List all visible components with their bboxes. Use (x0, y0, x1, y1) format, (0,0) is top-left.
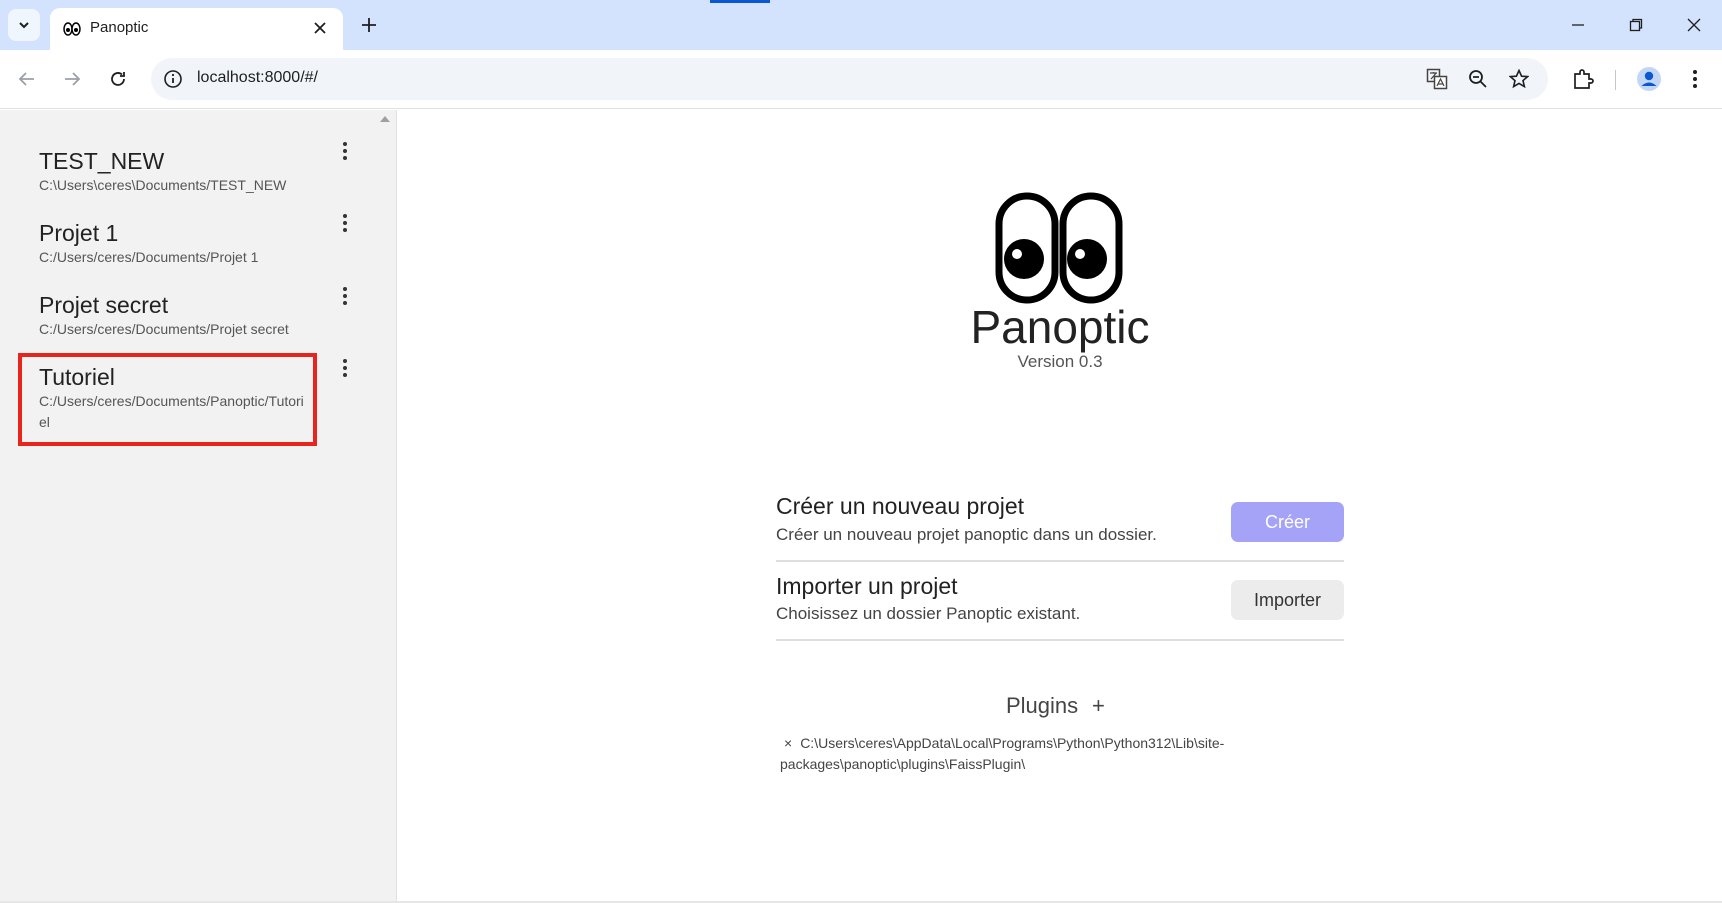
tab-title: Panoptic (90, 19, 149, 36)
browser-menu-button[interactable] (1680, 64, 1710, 94)
create-project-title: Créer un nouveau projet (776, 493, 1025, 519)
highlight-box (18, 353, 317, 446)
new-tab-button[interactable] (356, 12, 382, 38)
app-title: Panoptic (970, 301, 1150, 353)
close-window-button[interactable] (1674, 10, 1714, 40)
profile-button[interactable] (1634, 64, 1664, 94)
restore-button[interactable] (1616, 10, 1656, 40)
panoptic-favicon-icon (63, 22, 81, 36)
reload-icon (111, 72, 125, 86)
extensions-button[interactable] (1568, 64, 1598, 94)
browser-tab-panoptic[interactable]: Panoptic (50, 8, 343, 50)
plugin-item: × C:\Users\ceres\AppData\Local\Programs\P… (780, 733, 1260, 775)
import-project-row: Importer un projet Choisissez un dossier… (776, 563, 1344, 641)
add-plugin-button[interactable]: + (1092, 693, 1105, 719)
translate-button[interactable] (1425, 67, 1449, 91)
create-project-row: Créer un nouveau projet Créer un nouveau… (776, 484, 1344, 562)
restore-icon (1629, 18, 1643, 32)
import-project-description: Choisissez un dossier Panoptic existant. (776, 604, 1081, 623)
plus-icon (362, 18, 376, 32)
project-path: C:/Users/ceres/Documents/Projet secret (39, 321, 289, 337)
plugin-path: C:\Users\ceres\AppData\Local\Programs\Py… (780, 735, 1225, 772)
project-name: Projet 1 (39, 220, 119, 246)
zoom-out-icon (1469, 70, 1487, 88)
address-bar[interactable]: localhost:8000/#/ (151, 58, 1548, 100)
minimize-icon (1572, 24, 1584, 26)
create-project-description: Créer un nouveau projet panoptic dans un… (776, 525, 1157, 544)
back-button[interactable] (12, 64, 42, 94)
project-name: Projet secret (39, 292, 169, 318)
forward-button[interactable] (57, 64, 87, 94)
project-item-projet-1[interactable]: Projet 1 C:/Users/ceres/Documents/Projet… (20, 219, 316, 268)
reload-button[interactable] (103, 64, 133, 94)
import-project-title: Importer un projet (776, 573, 958, 599)
tab-strip-indicator (710, 0, 770, 3)
minimize-button[interactable] (1558, 10, 1598, 40)
project-menu-button[interactable] (335, 211, 355, 235)
plugins-title: Plugins (1006, 693, 1079, 718)
star-icon (1509, 69, 1529, 89)
tab-close-button[interactable] (309, 17, 331, 39)
browser-tab-bar: Panoptic (0, 0, 1722, 50)
import-button[interactable]: Importer (1231, 580, 1344, 620)
sidebar-scrollbar[interactable] (374, 110, 396, 903)
zoom-button[interactable] (1466, 67, 1490, 91)
info-icon[interactable] (163, 69, 183, 89)
remove-plugin-button[interactable]: × (784, 735, 792, 751)
browser-toolbar: localhost:8000/#/ (0, 50, 1722, 109)
toolbar-separator (1615, 70, 1616, 90)
scroll-up-arrow-icon[interactable] (380, 116, 390, 122)
panoptic-logo-icon (995, 192, 1123, 304)
project-item-test-new[interactable]: TEST_NEW C:\Users\ceres\Documents/TEST_N… (20, 147, 316, 196)
arrow-left-icon (18, 72, 34, 86)
more-vert-icon (1693, 70, 1697, 88)
create-button[interactable]: Créer (1231, 502, 1344, 542)
tab-search-button[interactable] (8, 9, 40, 41)
avatar-icon (1637, 67, 1661, 91)
close-icon (314, 22, 326, 34)
close-icon (1687, 18, 1701, 32)
translate-icon (1426, 68, 1448, 90)
bookmark-button[interactable] (1507, 67, 1531, 91)
app-version: Version 0.3 (1017, 352, 1103, 371)
chevron-down-icon (19, 22, 29, 29)
project-item-projet-secret[interactable]: Projet secret C:/Users/ceres/Documents/P… (20, 291, 316, 340)
project-path: C:/Users/ceres/Documents/Projet 1 (39, 249, 259, 265)
project-menu-button[interactable] (335, 356, 355, 380)
arrow-right-icon (65, 72, 81, 86)
url-text: localhost:8000/#/ (197, 69, 318, 86)
puzzle-icon (1574, 69, 1594, 89)
project-name: TEST_NEW (39, 148, 165, 174)
project-menu-button[interactable] (335, 139, 355, 163)
project-menu-button[interactable] (335, 284, 355, 308)
project-path: C:\Users\ceres\Documents/TEST_NEW (39, 177, 287, 193)
